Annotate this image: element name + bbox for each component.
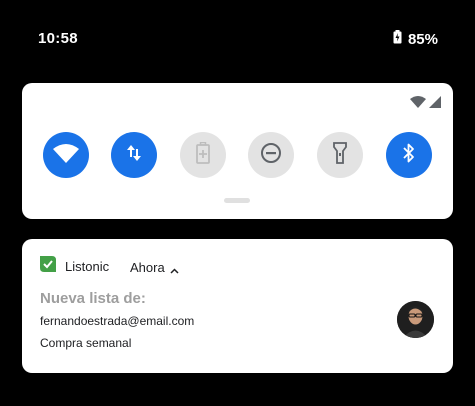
battery-saver-icon <box>196 141 210 169</box>
panel-drag-handle[interactable] <box>224 198 250 203</box>
tile-battery-saver[interactable] <box>180 132 226 178</box>
signal-indicators <box>410 95 441 113</box>
flashlight-icon <box>333 141 347 169</box>
notification-header: Listonic <box>39 255 110 278</box>
bluetooth-icon <box>402 142 416 169</box>
quick-settings-panel <box>22 83 453 219</box>
data-arrows-icon <box>125 143 143 168</box>
chevron-up-icon[interactable] <box>170 261 179 279</box>
notification-title: Nueva lista de: <box>40 290 146 307</box>
status-bar: 10:58 85% <box>0 0 475 76</box>
avatar <box>397 301 434 338</box>
listonic-icon <box>39 255 57 278</box>
battery-charging-icon <box>393 30 402 49</box>
notification-email: fernandoestrada@email.com <box>40 314 195 328</box>
wifi-small-icon <box>410 95 426 113</box>
notification-card[interactable]: Listonic Ahora Nueva lista de: fernandoe… <box>22 239 453 373</box>
app-name: Listonic <box>65 258 110 274</box>
clock: 10:58 <box>38 30 78 47</box>
notification-time: Ahora <box>130 260 165 275</box>
quick-settings-tiles <box>43 132 433 178</box>
tile-do-not-disturb[interactable] <box>248 132 294 178</box>
tile-mobile-data[interactable] <box>111 132 157 178</box>
notification-list-name: Compra semanal <box>40 336 132 350</box>
dnd-icon <box>260 142 282 169</box>
wifi-icon <box>53 143 79 168</box>
tile-wifi[interactable] <box>43 132 89 178</box>
battery-status: 85% <box>393 30 438 49</box>
cell-signal-icon <box>429 95 441 113</box>
battery-percent: 85% <box>407 31 438 48</box>
tile-flashlight[interactable] <box>317 132 363 178</box>
tile-bluetooth[interactable] <box>386 132 432 178</box>
